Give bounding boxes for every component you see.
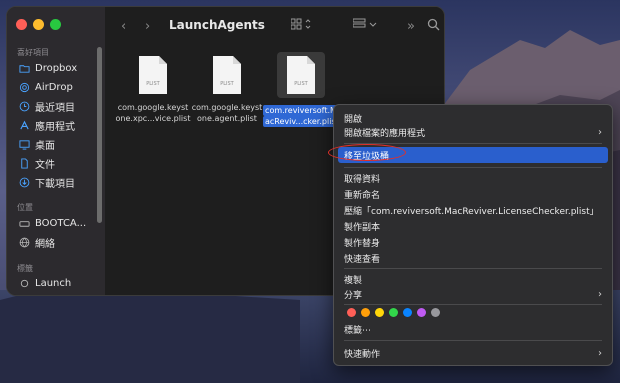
file-item[interactable]: PLIST com.google.keyst one.xpc...vice.pl… — [115, 55, 191, 124]
minimize-button[interactable] — [33, 19, 44, 30]
sidebar: 喜好項目 Dropbox AirDrop 最近項目 應用程式 桌面 文件 下載項… — [7, 7, 105, 295]
menu-separator — [344, 268, 602, 269]
sidebar-item-network[interactable]: 網絡 — [19, 233, 103, 251]
search-icon[interactable] — [427, 18, 440, 35]
sidebar-item-label: 網絡 — [35, 238, 55, 250]
locations-header: 位置 — [17, 203, 33, 212]
sidebar-item-label: AirDrop — [35, 81, 73, 93]
plist-file-icon: PLIST — [137, 55, 169, 95]
sidebar-item-dropbox[interactable]: Dropbox — [19, 59, 103, 77]
drive-icon — [19, 218, 30, 229]
sidebar-item-label: 文件 — [35, 159, 55, 171]
menu-item-label: 分享 — [344, 290, 363, 301]
file-name: com.reviversoft.M acReviv...cker.plist — [263, 105, 341, 127]
window-controls — [16, 19, 61, 30]
file-name: com.google.keyst one.agent.plist — [191, 103, 263, 123]
chevron-right-icon: › — [598, 126, 602, 138]
more-icon[interactable]: » — [407, 19, 415, 34]
sidebar-item-label: Launch — [35, 277, 72, 289]
menu-item-label: 快速動作 — [344, 349, 381, 360]
menu-item-rename[interactable]: 重新命名 — [338, 186, 608, 202]
zoom-button[interactable] — [50, 19, 61, 30]
tag-color-dot[interactable] — [389, 308, 398, 317]
sidebar-item-label: Dropbox — [35, 62, 78, 74]
tag-color-dot[interactable] — [375, 308, 384, 317]
close-button[interactable] — [16, 19, 27, 30]
file-badge: PLIST — [220, 81, 234, 87]
sidebar-item-label: BOOTCA... — [35, 217, 87, 229]
sidebar-item-applications[interactable]: 應用程式 — [19, 116, 103, 134]
sidebar-item-bootcamp[interactable]: BOOTCA... — [19, 214, 103, 232]
file-badge: PLIST — [146, 81, 160, 87]
sidebar-scrollbar[interactable] — [97, 47, 102, 223]
plist-file-icon: PLIST — [211, 55, 243, 95]
sidebar-item-label: 桌面 — [35, 140, 55, 152]
menu-item-share[interactable]: 分享 › — [338, 286, 608, 302]
clock-icon — [19, 101, 30, 112]
forward-icon[interactable]: › — [145, 19, 150, 34]
menu-item-copy[interactable]: 複製 — [338, 271, 608, 287]
group-icon[interactable] — [352, 18, 379, 34]
tag-color-dot[interactable] — [347, 308, 356, 317]
tag-color-dot[interactable] — [361, 308, 370, 317]
sidebar-item-recents[interactable]: 最近項目 — [19, 97, 103, 115]
sidebar-item-desktop[interactable]: 桌面 — [19, 135, 103, 153]
back-icon[interactable]: ‹ — [121, 19, 126, 34]
window-title: LaunchAgents — [169, 18, 265, 32]
sidebar-item-label: 最近項目 — [35, 102, 75, 114]
tag-circle-icon — [19, 278, 30, 289]
file-item-selected[interactable]: PLIST com.reviversoft.M acReviv...cker.p… — [263, 52, 341, 127]
menu-item-get-info[interactable]: 取得資料 — [338, 170, 608, 186]
menu-item-compress[interactable]: 壓縮「com.reviversoft.MacReviver.LicenseChe… — [338, 202, 608, 218]
menu-item-open-with[interactable]: 開啟檔案的應用程式 › — [338, 124, 608, 140]
tag-color-row — [347, 308, 440, 317]
chevron-right-icon: › — [598, 288, 602, 300]
plist-file-icon: PLIST — [285, 55, 317, 95]
menu-item-tags[interactable]: 標籤⋯ — [338, 321, 608, 337]
menu-separator — [344, 340, 602, 341]
menu-separator — [344, 167, 602, 168]
folder-icon — [19, 63, 30, 74]
tag-color-dot[interactable] — [417, 308, 426, 317]
sidebar-item-airdrop[interactable]: AirDrop — [19, 78, 103, 96]
network-icon — [19, 237, 30, 248]
favorites-header: 喜好項目 — [17, 48, 49, 57]
desktop-icon — [19, 139, 30, 150]
airdrop-icon — [19, 82, 30, 93]
highlight-annotation-ellipse — [328, 144, 406, 161]
sidebar-item-downloads[interactable]: 下載項目 — [19, 173, 103, 191]
toolbar: ‹ › LaunchAgents » — [105, 7, 444, 47]
menu-item-label: 開啟檔案的應用程式 — [344, 128, 426, 139]
menu-item-make-alias[interactable]: 製作替身 — [338, 234, 608, 250]
tag-color-dot[interactable] — [431, 308, 440, 317]
sidebar-item-tag-launch[interactable]: Launch — [19, 274, 103, 292]
menu-separator — [344, 304, 602, 305]
menu-item-quick-look[interactable]: 快速查看 — [338, 250, 608, 266]
file-badge: PLIST — [294, 81, 308, 87]
menu-item-quick-actions[interactable]: 快速動作 › — [338, 345, 608, 361]
file-item[interactable]: PLIST com.google.keyst one.agent.plist — [189, 55, 265, 124]
sidebar-item-documents[interactable]: 文件 — [19, 154, 103, 172]
file-name: com.google.keyst one.xpc...vice.plist — [115, 103, 191, 123]
sidebar-item-label: 應用程式 — [35, 121, 75, 133]
menu-item-duplicate[interactable]: 製作副本 — [338, 218, 608, 234]
grid-view-icon[interactable] — [290, 18, 313, 34]
sidebar-item-label: 下載項目 — [35, 178, 75, 190]
download-icon — [19, 177, 30, 188]
applications-icon — [19, 120, 30, 131]
tag-color-dot[interactable] — [403, 308, 412, 317]
chevron-right-icon: › — [598, 347, 602, 359]
document-icon — [19, 157, 30, 169]
tags-header: 標籤 — [17, 264, 33, 273]
